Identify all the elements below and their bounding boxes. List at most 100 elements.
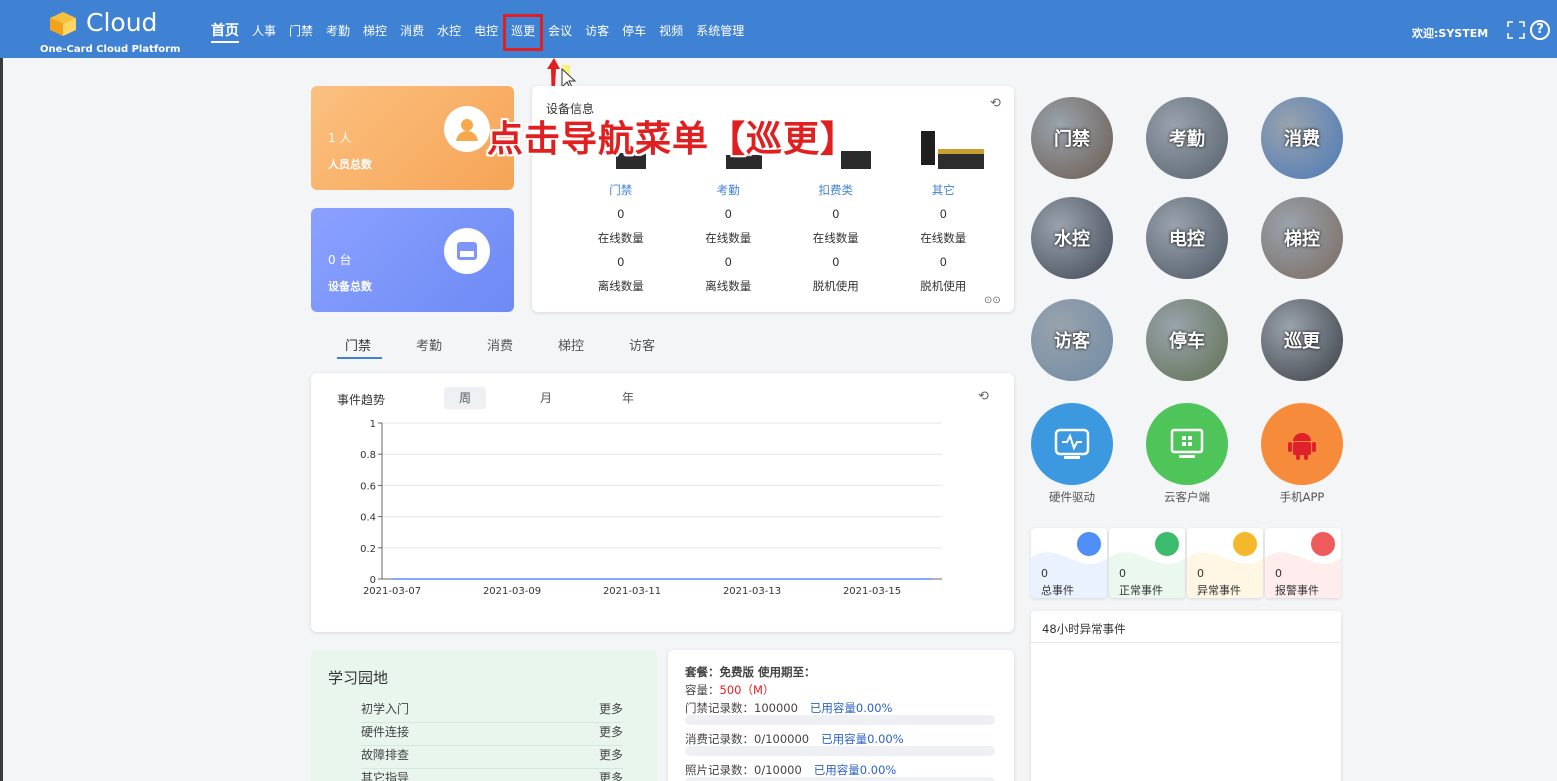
more-link[interactable]: 更多 (599, 723, 623, 740)
abnormal-48h-title: 48小时异常事件 (1042, 622, 1126, 636)
device-col-deduction: 扣费类 (818, 183, 854, 197)
nav-home[interactable]: 首页 (211, 20, 239, 43)
total-events-label: 总事件 (1041, 584, 1074, 597)
capacity-value: 500（M） (719, 683, 775, 697)
abnormal-events-card[interactable]: 0 异常事件 (1187, 528, 1263, 598)
learning-item[interactable]: 其它指导 更多 (361, 769, 623, 781)
quota-used: 已用容量0.00% (809, 701, 893, 715)
tab-visitor[interactable]: 访客 (614, 335, 685, 360)
module-label: 消费 (1284, 129, 1320, 150)
module-attendance-button[interactable]: 考勤 (1146, 97, 1228, 179)
mobile-app-button[interactable] (1261, 403, 1343, 485)
device-col-attendance: 考勤 (716, 183, 740, 197)
nav-access-control[interactable]: 门禁 (289, 22, 313, 43)
nav-parking[interactable]: 停车 (622, 22, 646, 43)
alarm-events-card[interactable]: 0 报警事件 (1265, 528, 1341, 598)
more-link[interactable]: 更多 (599, 700, 623, 717)
device-col-other: 其它 (931, 183, 955, 197)
learning-item[interactable]: 硬件连接 更多 (361, 723, 623, 746)
package-capacity: 容量：500（M） (685, 682, 774, 698)
more-link[interactable]: 更多 (599, 769, 623, 781)
module-visitor-button[interactable]: 访客 (1031, 299, 1113, 381)
learning-item-label: 初学入门 (361, 702, 410, 716)
module-electric-button[interactable]: 电控 (1146, 197, 1228, 279)
mobile-app-label: 手机APP (1279, 490, 1325, 504)
total-events-count: 0 (1041, 567, 1048, 580)
alarm-events-count: 0 (1275, 567, 1282, 580)
driver-monitor-icon (1054, 428, 1090, 459)
x-tick-label: 2021-03-09 (483, 586, 541, 597)
event-trend-chart: 0 0.2 0.4 0.6 0.8 1 2021-03-07 2021-03-09 2021-0… (360, 419, 942, 597)
logo-box-icon (50, 12, 76, 36)
nav-personnel[interactable]: 人事 (252, 22, 276, 43)
android-icon (1288, 433, 1316, 460)
module-label: 电控 (1169, 229, 1205, 250)
device-cell: 脱机使用 (812, 279, 859, 293)
nav-system-admin[interactable]: 系统管理 (696, 22, 744, 43)
hardware-driver-button[interactable] (1031, 403, 1113, 485)
module-label: 水控 (1054, 229, 1090, 250)
module-label: 梯控 (1284, 229, 1320, 250)
device-total-card[interactable]: 0 台 设备总数 (311, 208, 514, 312)
welcome-user: 欢迎:SYSTEM (1412, 27, 1489, 40)
abnormal-events-label: 异常事件 (1197, 584, 1241, 597)
total-events-card[interactable]: 0 总事件 (1031, 528, 1107, 598)
device-stats-grid: 门禁 考勤 扣费类 其它 0 0 0 0 在线数量 在线数量 在线数量 在线数量… (567, 178, 997, 298)
learning-item-label: 硬件连接 (361, 725, 410, 739)
package-plan: 套餐：免费版 使用期至： (685, 665, 816, 679)
quota-text: 照片记录数：0/10000 (685, 763, 802, 777)
tab-attendance[interactable]: 考勤 (401, 335, 472, 360)
device-cell: 离线数量 (597, 279, 644, 293)
people-total-card[interactable]: 1 人 人员总数 (311, 86, 514, 190)
nav-consumption[interactable]: 消费 (400, 22, 424, 43)
module-parking-button[interactable]: 停车 (1146, 299, 1228, 381)
tab-elevator[interactable]: 梯控 (543, 335, 614, 360)
fullscreen-icon[interactable] (1507, 21, 1525, 39)
nav-meeting[interactable]: 会议 (548, 22, 572, 43)
nav-water[interactable]: 水控 (437, 22, 461, 43)
nav-visitor[interactable]: 访客 (585, 22, 609, 43)
pager-arrows-icon[interactable]: ⊙⊙ (984, 295, 1001, 306)
device-col-access: 门禁 (609, 183, 633, 197)
quota-bar-consumption (685, 746, 995, 756)
learning-item[interactable]: 故障排查 更多 (361, 746, 623, 769)
nav-video[interactable]: 视频 (659, 22, 683, 43)
warning-icon (1233, 532, 1257, 556)
people-total-value: 1 人 (328, 131, 352, 145)
x-tick-label: 2021-03-11 (603, 586, 661, 597)
module-consumption-button[interactable]: 消费 (1261, 97, 1343, 179)
learning-title: 学习园地 (328, 669, 389, 687)
module-water-button[interactable]: 水控 (1031, 197, 1113, 279)
tab-consumption[interactable]: 消费 (472, 335, 543, 360)
cloud-client-label: 云客户端 (1164, 490, 1210, 504)
nav-patrol[interactable]: 巡更 (503, 14, 544, 51)
x-tick-label: 2021-03-07 (363, 586, 421, 597)
nav-elevator[interactable]: 梯控 (363, 22, 387, 43)
normal-events-card[interactable]: 0 正常事件 (1109, 528, 1185, 598)
y-tick-label: 0 (370, 575, 376, 586)
device-cell: 0 (617, 255, 625, 269)
top-nav-bar: Cloud One-Card Cloud Platform 首页 人事 门禁 考… (0, 0, 1557, 58)
y-tick-label: 0.6 (360, 481, 376, 492)
tab-active-indicator (337, 357, 382, 359)
y-tick-label: 0.2 (360, 544, 376, 555)
module-patrol-button[interactable]: 巡更 (1261, 299, 1343, 381)
refresh-icon[interactable]: ⟲ (990, 96, 1001, 111)
learning-item[interactable]: 初学入门 更多 (361, 700, 623, 723)
device-total-label: 设备总数 (328, 280, 372, 293)
abnormal-events-count: 0 (1197, 567, 1204, 580)
instruction-overlay: 点击导航菜单【巡更】 (487, 119, 858, 160)
chart-bars-icon (1077, 532, 1101, 556)
quota-consumption-records: 消费记录数：0/100000 已用容量0.00% (685, 731, 904, 747)
help-icon[interactable]: ? (1530, 20, 1550, 40)
nav-attendance[interactable]: 考勤 (326, 22, 350, 43)
quota-used: 已用容量0.00% (813, 763, 897, 777)
module-access-button[interactable]: 门禁 (1031, 97, 1113, 179)
cloud-client-button[interactable] (1146, 403, 1228, 485)
module-elevator-button[interactable]: 梯控 (1261, 197, 1343, 279)
device-cell: 在线数量 (812, 231, 859, 245)
x-tick-label: 2021-03-13 (723, 586, 781, 597)
nav-electric[interactable]: 电控 (474, 22, 498, 43)
device-cell: 脱机使用 (920, 279, 967, 293)
more-link[interactable]: 更多 (599, 746, 623, 763)
